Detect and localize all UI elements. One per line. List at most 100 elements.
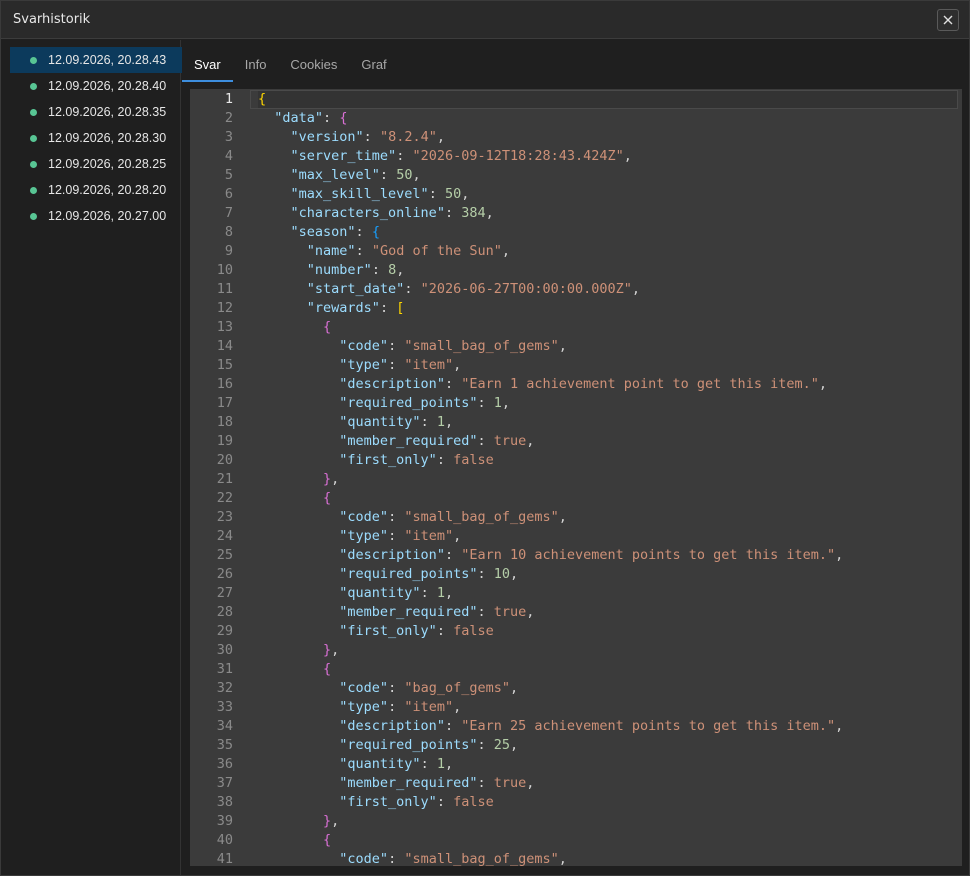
history-item[interactable]: 12.09.2026, 20.28.30 bbox=[10, 125, 182, 151]
code-token: : bbox=[388, 680, 405, 696]
code-line: 35 "required_points": 25, bbox=[190, 736, 962, 755]
line-number: 40 bbox=[216, 832, 233, 848]
code-token: : bbox=[388, 528, 405, 544]
tab-svar[interactable]: Svar bbox=[182, 51, 233, 82]
code-token: 1 bbox=[436, 414, 445, 430]
code-token: "bag_of_gems" bbox=[404, 680, 510, 696]
line-number: 33 bbox=[216, 699, 233, 715]
code-token: : bbox=[379, 167, 397, 183]
code-text: "name": "God of the Sun", bbox=[258, 242, 958, 261]
code-token: } bbox=[323, 471, 332, 487]
code-text: "server_time": "2026-09-12T18:28:43.424Z… bbox=[258, 147, 958, 166]
line-number: 22 bbox=[216, 490, 233, 506]
code-line: 27 "quantity": 1, bbox=[190, 584, 962, 603]
line-number: 35 bbox=[216, 737, 233, 753]
line-number: 5 bbox=[224, 167, 233, 183]
code-token: "quantity" bbox=[339, 756, 421, 772]
code-token: false bbox=[453, 794, 494, 810]
code-token: "small_bag_of_gems" bbox=[404, 851, 559, 866]
line-number: 21 bbox=[216, 471, 233, 487]
code-token: { bbox=[371, 224, 380, 240]
code-token: : bbox=[363, 129, 380, 145]
code-line: 1{ bbox=[190, 90, 962, 109]
code-token: "quantity" bbox=[339, 585, 421, 601]
code-token: "description" bbox=[339, 547, 445, 563]
code-token: { bbox=[323, 661, 332, 677]
code-token: "season" bbox=[290, 224, 356, 240]
code-text: "characters_online": 384, bbox=[258, 204, 958, 223]
code-line: 19 "member_required": true, bbox=[190, 432, 962, 451]
tab-graf[interactable]: Graf bbox=[349, 51, 398, 82]
code-token: : bbox=[388, 851, 405, 866]
code-text: "quantity": 1, bbox=[258, 755, 958, 774]
code-token: 1 bbox=[436, 585, 445, 601]
history-item-label: 12.09.2026, 20.28.20 bbox=[48, 183, 167, 197]
code-token: 50 bbox=[396, 167, 413, 183]
code-text: "first_only": false bbox=[258, 622, 958, 641]
response-history-dialog: Svarhistorik 12.09.2026, 20.28.43 12.09.2… bbox=[0, 0, 970, 876]
code-line: 9 "name": "God of the Sun", bbox=[190, 242, 962, 261]
code-text: { bbox=[258, 318, 958, 337]
history-item[interactable]: 12.09.2026, 20.28.35 bbox=[10, 99, 182, 125]
code-token: : bbox=[477, 737, 494, 753]
history-item[interactable]: 12.09.2026, 20.28.20 bbox=[10, 177, 182, 203]
code-line: 14 "code": "small_bag_of_gems", bbox=[190, 337, 962, 356]
code-line: 5 "max_level": 50, bbox=[190, 166, 962, 185]
code-token: true bbox=[493, 433, 527, 449]
code-token: , bbox=[558, 338, 567, 354]
code-line: 36 "quantity": 1, bbox=[190, 755, 962, 774]
code-token: "data" bbox=[274, 110, 324, 126]
history-item[interactable]: 12.09.2026, 20.28.43 bbox=[10, 47, 182, 73]
code-token: false bbox=[453, 623, 494, 639]
code-line: 30 }, bbox=[190, 641, 962, 660]
code-text: "required_points": 25, bbox=[258, 736, 958, 755]
code-token: "Earn 25 achievement points to get this … bbox=[461, 718, 836, 734]
code-text: "first_only": false bbox=[258, 793, 958, 812]
history-item[interactable]: 12.09.2026, 20.27.00 bbox=[10, 203, 182, 229]
code-token: { bbox=[258, 91, 267, 107]
code-token: "code" bbox=[339, 851, 389, 866]
line-number: 7 bbox=[224, 205, 233, 221]
status-dot-icon bbox=[30, 212, 37, 220]
code-token: , bbox=[444, 414, 454, 430]
code-token: , bbox=[501, 395, 510, 411]
line-number: 4 bbox=[224, 148, 233, 164]
line-number: 14 bbox=[216, 338, 233, 354]
code-text: "max_skill_level": 50, bbox=[258, 185, 958, 204]
code-token: "characters_online" bbox=[290, 205, 445, 221]
code-token: true bbox=[493, 775, 527, 791]
code-token: , bbox=[453, 357, 462, 373]
close-button[interactable] bbox=[937, 9, 959, 31]
code-line: 21 }, bbox=[190, 470, 962, 489]
code-token: : bbox=[371, 262, 389, 278]
code-token: "required_points" bbox=[339, 395, 478, 411]
history-item[interactable]: 12.09.2026, 20.28.40 bbox=[10, 73, 182, 99]
line-number: 18 bbox=[216, 414, 233, 430]
code-token: "quantity" bbox=[339, 414, 421, 430]
history-item[interactable]: 12.09.2026, 20.28.25 bbox=[10, 151, 182, 177]
title-bar: Svarhistorik bbox=[1, 1, 969, 39]
code-token: , bbox=[623, 148, 632, 164]
code-text: "member_required": true, bbox=[258, 432, 958, 451]
code-token: : bbox=[436, 794, 454, 810]
code-text: "code": "small_bag_of_gems", bbox=[258, 337, 958, 356]
response-code-editor[interactable]: 1{2 "data": {3 "version": "8.2.4", 4 "ser… bbox=[190, 89, 962, 866]
code-token: : bbox=[436, 623, 454, 639]
tab-cookies[interactable]: Cookies bbox=[278, 51, 349, 82]
tab-info[interactable]: Info bbox=[233, 51, 279, 82]
code-token: : bbox=[444, 205, 462, 221]
code-line: 22 { bbox=[190, 489, 962, 508]
line-number: 1 bbox=[224, 91, 233, 107]
